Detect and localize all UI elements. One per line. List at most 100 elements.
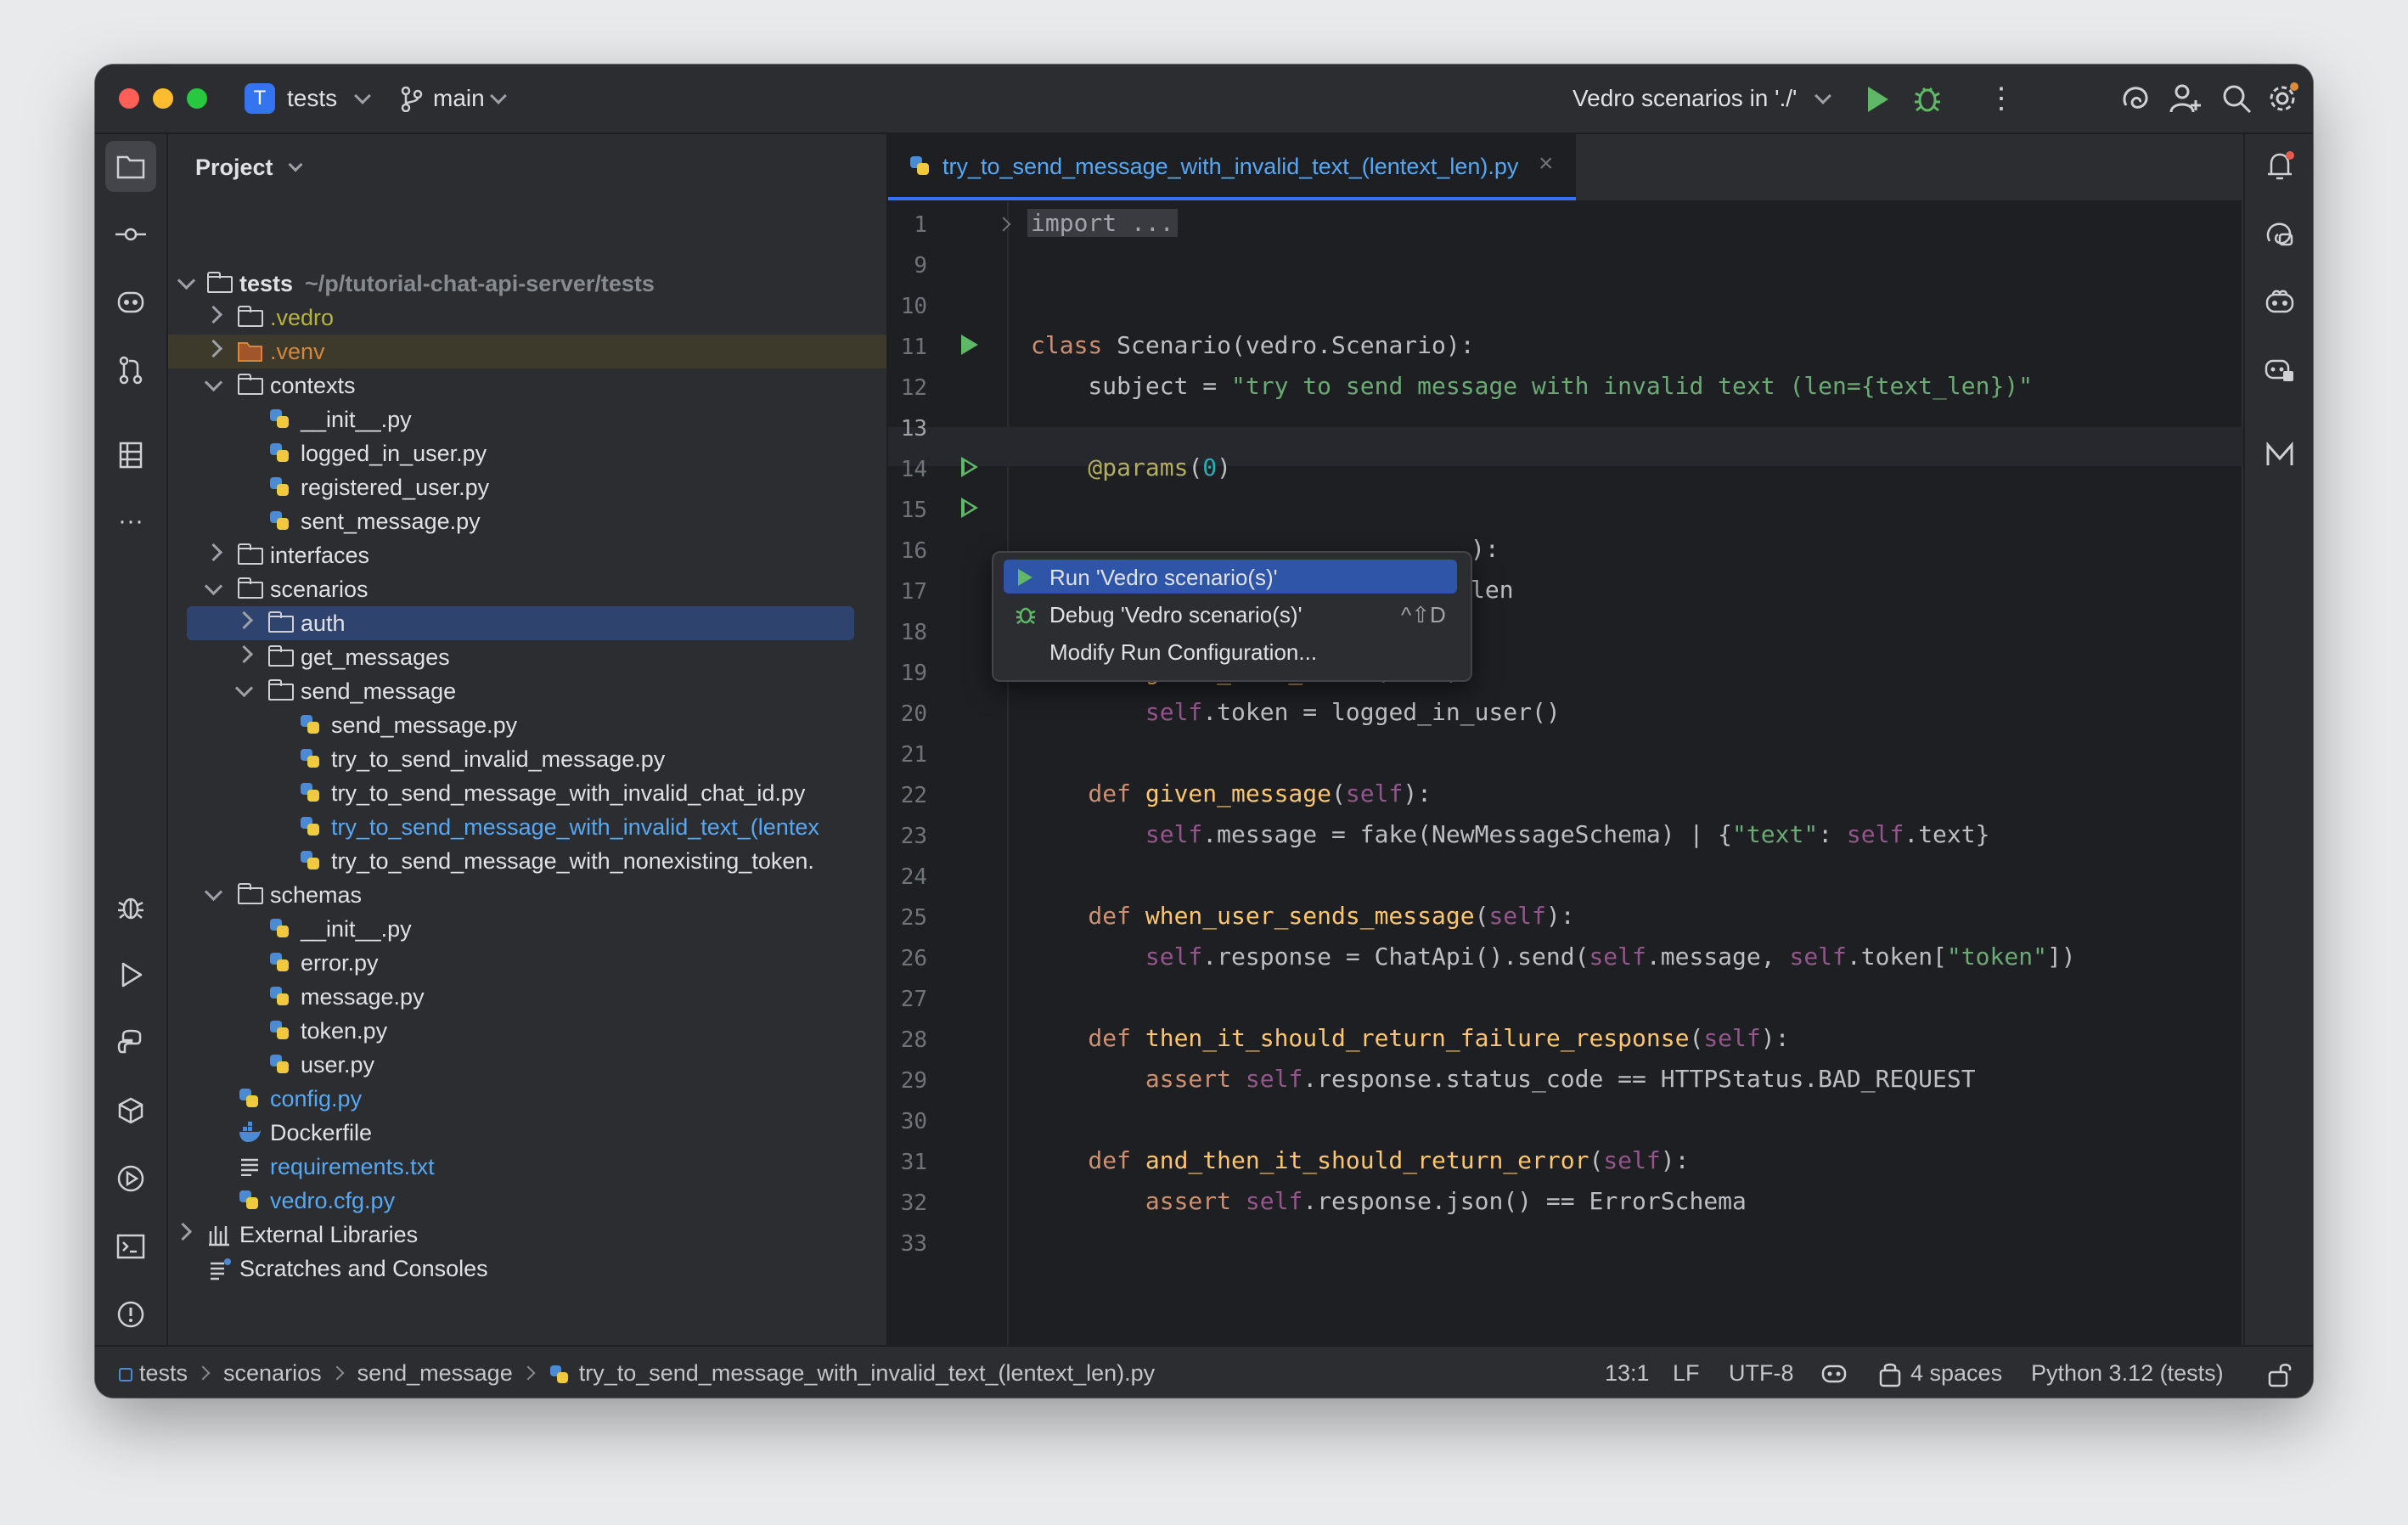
line-number: 33 bbox=[900, 1231, 927, 1257]
tree-row-file[interactable]: __init__.py bbox=[168, 912, 886, 946]
commit-tool-button[interactable] bbox=[105, 209, 156, 260]
chevron-right-icon bbox=[234, 611, 254, 630]
menu-item-modify-run-config[interactable]: Modify Run Configuration... bbox=[1004, 634, 1457, 668]
code-line-28: def then_it_should_return_failure_respon… bbox=[1031, 1024, 1790, 1052]
tree-row-file[interactable]: error.py bbox=[168, 946, 886, 980]
tree-row-vedro[interactable]: .vedro bbox=[168, 301, 886, 335]
search-icon[interactable] bbox=[2220, 82, 2253, 115]
run-configurations-tool-button[interactable] bbox=[105, 1153, 156, 1204]
tree-label: registered_user.py bbox=[301, 475, 490, 500]
tree-row-scenarios[interactable]: scenarios bbox=[168, 572, 886, 606]
tree-row-interfaces[interactable]: interfaces bbox=[168, 538, 886, 572]
ai-chat-tool-button[interactable] bbox=[105, 277, 156, 328]
tree-row-send-message[interactable]: send_message bbox=[168, 674, 886, 708]
tree-row-file[interactable]: sent_message.py bbox=[168, 504, 886, 538]
tree-row-file[interactable]: __init__.py bbox=[168, 402, 886, 436]
line-separator[interactable]: LF bbox=[1673, 1360, 1700, 1387]
menu-item-debug[interactable]: Debug 'Vedro scenario(s)' ^⇧D bbox=[1004, 597, 1457, 631]
tree-row-file[interactable]: send_message.py bbox=[168, 708, 886, 742]
tree-row-file[interactable]: requirements.txt bbox=[168, 1150, 886, 1184]
tree-row-file[interactable]: message.py bbox=[168, 980, 886, 1014]
tree-row-tests[interactable]: tests ~/p/tutorial-chat-api-server/tests bbox=[168, 267, 886, 301]
tree-row-file[interactable]: token.py bbox=[168, 1014, 886, 1048]
tree-row-schemas[interactable]: schemas bbox=[168, 878, 886, 912]
more-horizontal-icon[interactable]: ··· bbox=[105, 496, 156, 547]
more-vertical-icon[interactable]: ⋮ bbox=[1987, 82, 2016, 115]
run-config-selector[interactable]: Vedro scenarios in './' bbox=[1573, 82, 1844, 115]
unlock-icon[interactable] bbox=[2267, 1360, 2293, 1387]
run-gutter-icon[interactable] bbox=[961, 457, 978, 477]
problems-tool-button[interactable] bbox=[105, 1289, 156, 1340]
terminal-tool-button[interactable] bbox=[105, 1221, 156, 1272]
file-encoding[interactable]: UTF-8 bbox=[1729, 1360, 1794, 1387]
breadcrumb-item[interactable]: tests bbox=[139, 1360, 188, 1386]
settings-icon[interactable] bbox=[2265, 82, 2299, 115]
tree-row-file[interactable]: try_to_send_message_with_nonexisting_tok… bbox=[168, 844, 886, 878]
tree-label: vedro.cfg.py bbox=[270, 1188, 396, 1213]
tree-row-external-libraries[interactable]: External Libraries bbox=[168, 1218, 886, 1252]
project-switcher[interactable]: T tests bbox=[245, 82, 414, 115]
pull-requests-tool-button[interactable] bbox=[105, 345, 156, 396]
tree-row-get-messages[interactable]: get_messages bbox=[168, 640, 886, 674]
python-interpreter[interactable]: Python 3.12 (tests) bbox=[2031, 1360, 2224, 1387]
copilot-icon bbox=[2265, 290, 2294, 313]
tree-row-file[interactable]: user.py bbox=[168, 1048, 886, 1082]
structure-tool-button[interactable] bbox=[105, 430, 156, 481]
left-tool-strip: ··· bbox=[95, 134, 168, 1395]
tree-row-file[interactable]: try_to_send_message_with_invalid_chat_id… bbox=[168, 776, 886, 810]
editor-tab-active[interactable]: try_to_send_message_with_invalid_text_(l… bbox=[888, 134, 1576, 200]
copilot-tool-button[interactable] bbox=[2254, 277, 2305, 328]
add-user-icon[interactable] bbox=[2169, 82, 2203, 115]
tree-label: error.py bbox=[301, 950, 379, 976]
menu-item-run[interactable]: Run 'Vedro scenario(s)' bbox=[1004, 560, 1457, 594]
folded-imports[interactable]: import ... bbox=[1027, 209, 1178, 237]
folder-icon bbox=[238, 306, 263, 327]
code-editor[interactable]: 1 9 10 11 12 13 14 15 16 17 18 19 20 21 … bbox=[888, 202, 2313, 1345]
run-button[interactable] bbox=[1868, 87, 1888, 112]
right-tool-strip bbox=[2243, 134, 2313, 1345]
chevron-down-icon bbox=[288, 157, 303, 172]
project-view-selector[interactable]: Project bbox=[195, 151, 365, 185]
services-tool-button[interactable] bbox=[105, 1085, 156, 1136]
project-tool-button[interactable] bbox=[105, 141, 156, 192]
ai-assistant-tool-button[interactable] bbox=[2254, 209, 2305, 260]
notifications-button[interactable] bbox=[2254, 141, 2305, 192]
run-gutter-icon[interactable] bbox=[961, 335, 978, 355]
tree-row-auth-selected[interactable]: auth bbox=[187, 606, 854, 640]
close-window-button[interactable] bbox=[119, 88, 139, 109]
chevron-down-icon bbox=[177, 271, 196, 290]
tree-row-file[interactable]: Dockerfile bbox=[168, 1116, 886, 1150]
debug-icon[interactable] bbox=[1912, 82, 1943, 115]
python-console-icon bbox=[117, 1029, 142, 1054]
tree-row-file[interactable]: vedro.cfg.py bbox=[168, 1184, 886, 1218]
copilot-chat-tool-button[interactable] bbox=[2254, 345, 2305, 396]
python-packages-tool-button[interactable] bbox=[105, 1017, 156, 1068]
tree-row-contexts[interactable]: contexts bbox=[168, 369, 886, 402]
indent-lock-icon bbox=[1879, 1363, 1901, 1387]
tree-row-file[interactable]: logged_in_user.py bbox=[168, 436, 886, 470]
markdown-tool-button[interactable] bbox=[2254, 430, 2305, 481]
close-icon[interactable]: × bbox=[1539, 149, 1554, 178]
breadcrumb-item[interactable]: try_to_send_message_with_invalid_text_(l… bbox=[579, 1360, 1155, 1386]
tree-row-file[interactable]: config.py bbox=[168, 1082, 886, 1116]
caret-position[interactable]: 13:1 bbox=[1605, 1360, 1650, 1387]
minimize-window-button[interactable] bbox=[153, 88, 173, 109]
copilot-status-icon[interactable] bbox=[1820, 1360, 1848, 1386]
run-gutter-icon[interactable] bbox=[961, 498, 978, 518]
branch-switcher[interactable]: main bbox=[401, 82, 528, 115]
tree-row-file[interactable]: try_to_send_invalid_message.py bbox=[168, 742, 886, 776]
tree-row-file[interactable]: registered_user.py bbox=[168, 470, 886, 504]
tree-row-file-active[interactable]: try_to_send_message_with_invalid_text_(l… bbox=[168, 810, 886, 844]
breadcrumb-item[interactable]: send_message bbox=[357, 1360, 513, 1386]
folder-icon bbox=[268, 611, 294, 633]
breadcrumb-item[interactable]: scenarios bbox=[223, 1360, 322, 1386]
run-tool-button[interactable] bbox=[105, 949, 156, 1000]
status-bar: tests scenarios send_message try_to_send_me… bbox=[95, 1345, 2313, 1398]
indent-setting[interactable]: 4 spaces bbox=[1910, 1360, 2002, 1387]
zoom-window-button[interactable] bbox=[187, 88, 207, 109]
tree-row-scratches[interactable]: Scratches and Consoles bbox=[168, 1252, 886, 1286]
folder-icon bbox=[238, 577, 263, 599]
ai-assistant-icon[interactable] bbox=[2119, 82, 2153, 115]
debug-tool-button[interactable] bbox=[105, 881, 156, 932]
tree-row-venv[interactable]: .venv bbox=[168, 335, 886, 369]
